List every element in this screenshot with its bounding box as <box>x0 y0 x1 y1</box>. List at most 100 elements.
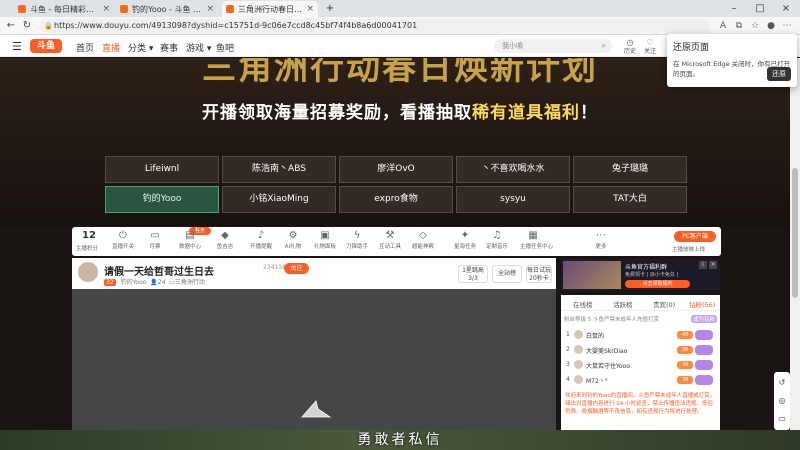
toolbar-task-center[interactable]: ▦ 主播任务中心 <box>520 230 553 250</box>
toolbar-live-switch[interactable]: ⏻ 直播开关 <box>110 230 136 250</box>
nav-category[interactable]: 分类 ▾ <box>128 41 153 54</box>
streamer-button[interactable]: expro食物 <box>339 186 453 213</box>
list-item[interactable]: 4 M72丶° 38 <box>564 373 717 387</box>
become-diamond-fan-button[interactable]: 成为钻粉 <box>690 315 717 323</box>
page-scrollbar[interactable] <box>790 58 800 430</box>
avatar[interactable] <box>78 262 98 282</box>
nav-games[interactable]: 游戏 ▾ <box>186 41 211 54</box>
toolbar-star[interactable]: ✦ 星海任务 <box>452 230 478 250</box>
close-icon[interactable]: × <box>102 4 110 14</box>
toolbar-blade[interactable]: ϟ 刀锋助手 <box>344 230 370 250</box>
pc-client-button[interactable]: PC客户端 <box>674 231 716 242</box>
video-player[interactable] <box>72 289 556 430</box>
follow-button[interactable]: ♡ 关注 <box>640 38 660 56</box>
avatar <box>574 345 583 354</box>
ad-info-icon[interactable]: i <box>699 261 707 269</box>
minimize-panel-icon[interactable]: ▭ <box>777 414 787 423</box>
streamer-button[interactable]: Lifeiwnl <box>105 156 219 183</box>
search-icon[interactable]: ⌕ <box>602 39 606 53</box>
close-icon[interactable]: × <box>206 4 214 14</box>
refresh-icon[interactable]: ↻ <box>20 17 34 35</box>
douyu-logo[interactable]: 斗鱼 <box>30 39 62 53</box>
history-button[interactable]: ◷ 历史 <box>620 38 640 56</box>
toolbar-label: 互动工具 <box>378 244 401 250</box>
toolbar-bell[interactable]: ♪ 开播提醒 <box>248 230 274 250</box>
streamer-button[interactable]: 廖洋OvO <box>339 156 453 183</box>
minimize-icon[interactable]: – <box>722 0 746 17</box>
fan-level-badge: 40 <box>677 331 693 339</box>
streamer-button[interactable]: 兔子璐璐 <box>573 156 687 183</box>
follow-button[interactable]: 关注 <box>284 263 309 274</box>
toolbar-label: 定制音乐 <box>485 244 508 250</box>
browser-tab-2[interactable]: 钓的Yooo - 斗鱼 - 每日精彩热推 × <box>116 1 218 17</box>
streamer-button[interactable]: 丶不喜欢喝水水 <box>456 156 570 183</box>
fan-level-badge: 38 <box>677 376 693 384</box>
list-item[interactable]: 2 大婴美SkrDiao 38 <box>564 343 717 357</box>
browser-tab-1[interactable]: 斗鱼 - 每日精彩热推 × <box>14 1 114 17</box>
ticket-icon: ▭ <box>150 230 160 241</box>
douyu-favicon-icon <box>226 5 234 13</box>
list-item[interactable]: 3 大鼠若守住Yooo 38 <box>564 358 717 372</box>
streamer-name[interactable]: 钓的Yooo <box>121 279 147 286</box>
tab-online-rank[interactable]: 在线榜 <box>573 299 593 309</box>
bell-icon: ♪ <box>257 230 265 241</box>
window-close-icon[interactable]: × <box>774 0 798 17</box>
tab-active-rank[interactable]: 活跃榜 <box>613 299 633 309</box>
search-input[interactable]: 我小鳴 ⌕ <box>494 39 612 53</box>
nav-live[interactable]: 直播 <box>102 41 120 54</box>
toolbar-ticket[interactable]: ▭ 月票 <box>142 230 168 250</box>
nav-home[interactable]: 首页 <box>76 41 94 54</box>
rank-panel: 在线榜 活跃榜 贵宾(0) 钻粉(56) 粉丝等级 5 斗鱼严禁未成年人充值打赏… <box>561 295 720 430</box>
replay-icon[interactable]: ↺ <box>777 378 787 387</box>
maximize-icon[interactable]: □ <box>748 0 772 17</box>
toolbar-yujiji[interactable]: ◆ 鱼吉吉 <box>212 230 238 250</box>
diamond-badge-icon <box>695 360 713 370</box>
nav-yuba[interactable]: 鱼吧 <box>216 41 234 54</box>
toolbar-data-center[interactable]: ▤ 数据中心 <box>177 230 203 250</box>
scrollbar-thumb[interactable] <box>792 168 798 298</box>
streamer-button[interactable]: 小铭XiaoMing <box>222 186 336 213</box>
toolbar-tools[interactable]: ⚒ 互动工具 <box>377 230 403 250</box>
tab-diamond-fans[interactable]: 钻粉(56) <box>689 299 715 309</box>
settings-icon[interactable]: ◎ <box>777 396 787 405</box>
star-jump-box[interactable]: 1星跳高 3/3 <box>458 265 488 283</box>
new-tab-button[interactable]: + <box>318 0 342 17</box>
category-link[interactable]: 三角洲行动 <box>175 279 205 286</box>
extensions-icon[interactable]: ⧉ <box>732 19 746 33</box>
browser-tab-3-active[interactable]: 三角洲行动春日焕新计划_钓的Yooo × <box>222 1 318 17</box>
toolbar-more[interactable]: ⋯ 更多 <box>588 230 614 250</box>
menu-icon[interactable]: ☰ <box>12 40 22 53</box>
read-aloud-icon[interactable]: A <box>716 19 730 33</box>
streamer-button[interactable]: sysyu <box>456 186 570 213</box>
restore-title: 还原页面 <box>673 43 710 53</box>
video-caption-strip: 勇敢者私信 <box>0 430 800 450</box>
browser-tab-bar: 斗鱼 - 每日精彩热推 × 钓的Yooo - 斗鱼 - 每日精彩热推 × 三角洲… <box>0 0 800 17</box>
tab-vip[interactable]: 贵宾(0) <box>653 299 675 309</box>
toolbar-label: 超能神殿 <box>411 244 434 250</box>
streamer-button[interactable]: TAT大白 <box>573 186 687 213</box>
promo-ad[interactable]: 斗鱼官方福利群 免费领卡 | 派小卡免兑 | 点击领取福利 i × <box>561 259 720 291</box>
list-item[interactable]: 1 白鼠的 40 <box>564 328 717 342</box>
back-icon[interactable]: ← <box>4 17 18 35</box>
streamer-button-selected[interactable]: 钓的Yooo <box>105 186 219 213</box>
url-field[interactable]: 🔒 https://www.douyu.com/4913098?dyshid=c… <box>40 19 710 33</box>
nav-events[interactable]: 赛事 <box>160 41 178 54</box>
toolbar-label: 更多 <box>595 244 607 250</box>
browser-menu-icon[interactable]: ⋯ <box>780 19 794 33</box>
streamer-button[interactable]: 陈浩南丶ABS <box>222 156 336 183</box>
toolbar-gift-panel[interactable]: ▣ 礼物面板 <box>312 230 338 250</box>
toolbar-music[interactable]: ♫ 定制音乐 <box>484 230 510 250</box>
fan-name: 大婴美SkrDiao <box>586 348 628 355</box>
restore-button[interactable]: 还原 <box>767 67 791 81</box>
ad-claim-button[interactable]: 点击领取福利 <box>625 280 690 288</box>
live-switch-icon: ⏻ <box>119 230 127 241</box>
gift-icon: ▣ <box>320 230 330 241</box>
close-icon[interactable]: × <box>709 261 717 269</box>
toolbar-crystal[interactable]: ◇ 超能神殿 <box>410 230 436 250</box>
toolbar-ai-gift[interactable]: ⚙ AI礼物 <box>280 230 306 250</box>
profile-icon[interactable]: ● <box>764 19 778 33</box>
daily-trial-box[interactable]: 每日试玩 20秒卡 <box>526 265 552 283</box>
close-icon[interactable]: × <box>306 4 314 14</box>
site-rank-box[interactable]: 全站榜 <box>492 265 522 283</box>
favorites-icon[interactable]: ☆ <box>748 19 762 33</box>
